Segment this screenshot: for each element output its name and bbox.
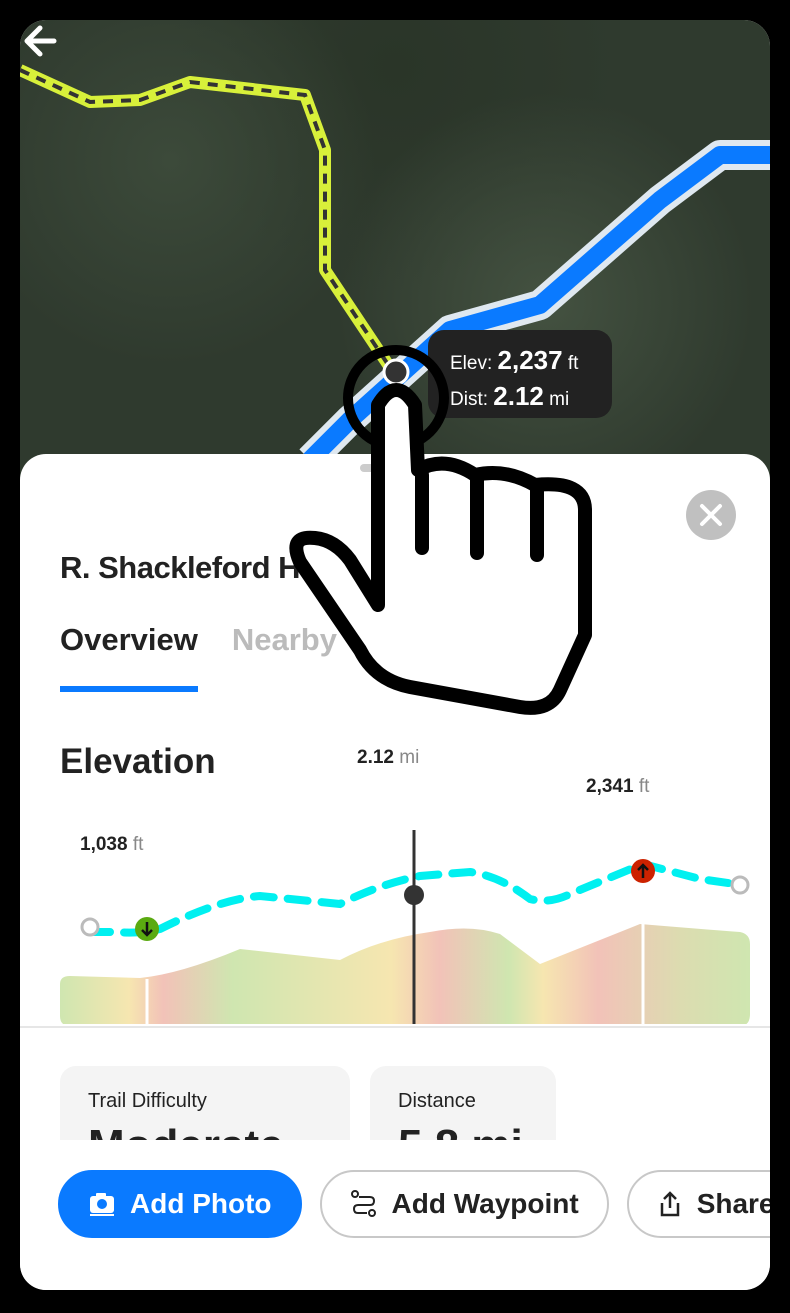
trail-route[interactable]	[20, 64, 400, 379]
trail-title: R. Shackleford Ho	[60, 550, 319, 585]
trail-dashes	[20, 68, 397, 377]
map-overlays	[20, 64, 770, 471]
dist-value: 2.12	[493, 381, 544, 411]
tab-weather[interactable]: Weather	[371, 622, 493, 692]
divider	[20, 1026, 770, 1028]
start-marker	[80, 917, 100, 937]
max-elevation-label: 2,341 ft	[586, 776, 650, 797]
elev-value: 2,237	[497, 345, 563, 375]
route-icon	[350, 1190, 376, 1217]
map-tooltip: Elev: 2,237 ft Dist: 2.12 mi	[428, 330, 612, 418]
stat-card-distance[interactable]: Distance 5.8 mi	[370, 1066, 556, 1140]
stat-value: 5.8 mi	[398, 1121, 556, 1140]
action-bar: Add Photo Add Waypoint Share	[58, 1170, 770, 1238]
elevation-graph[interactable]	[50, 784, 750, 1026]
share-button[interactable]: Share	[626, 1170, 770, 1238]
elev-unit: ft	[567, 353, 579, 374]
tab-bar: Overview Nearby Weather	[60, 622, 493, 692]
stat-label: Trail Difficulty	[88, 1090, 207, 1112]
cursor-point[interactable]	[404, 885, 424, 905]
max-elevation-marker	[631, 859, 655, 883]
stat-value: Moderate	[88, 1121, 350, 1140]
screen: Elev: 2,237 ft Dist: 2.12 mi R. Shacklef…	[20, 20, 770, 1290]
add-waypoint-button[interactable]: Add Waypoint	[319, 1170, 609, 1238]
stat-card-difficulty[interactable]: Trail Difficulty Moderate	[60, 1066, 350, 1140]
tab-overview[interactable]: Overview	[60, 622, 198, 692]
elevation-area	[60, 924, 750, 1026]
close-icon[interactable]	[686, 490, 736, 540]
bottom-sheet: R. Shackleford Ho Overview Nearby Weathe…	[20, 454, 770, 1290]
dist-label: Dist:	[450, 389, 488, 410]
share-label: Share	[696, 1188, 770, 1219]
share-icon	[660, 1191, 679, 1217]
add-photo-button[interactable]: Add Photo	[58, 1170, 302, 1238]
back-arrow-icon[interactable]	[20, 20, 62, 62]
cursor-distance-label: 2.12 mi	[357, 747, 420, 768]
tab-nearby[interactable]: Nearby	[232, 622, 337, 692]
drag-handle[interactable]	[360, 464, 430, 472]
elevation-heading: Elevation	[60, 742, 216, 781]
elevation-profile[interactable]: 1,038 ft 2.12 mi 2,341 ft	[50, 747, 750, 1029]
add-photo-label: Add Photo	[130, 1188, 272, 1219]
min-elevation-label: 1,038 ft	[80, 834, 144, 855]
stat-label: Distance	[398, 1090, 476, 1112]
satellite-map[interactable]: Elev: 2,237 ft Dist: 2.12 mi	[20, 20, 770, 490]
add-waypoint-label: Add Waypoint	[391, 1188, 579, 1219]
dist-unit: mi	[549, 389, 570, 410]
elev-label: Elev:	[450, 353, 493, 374]
min-elevation-marker	[135, 917, 159, 941]
camera-icon	[90, 1193, 114, 1216]
end-marker	[730, 875, 750, 895]
